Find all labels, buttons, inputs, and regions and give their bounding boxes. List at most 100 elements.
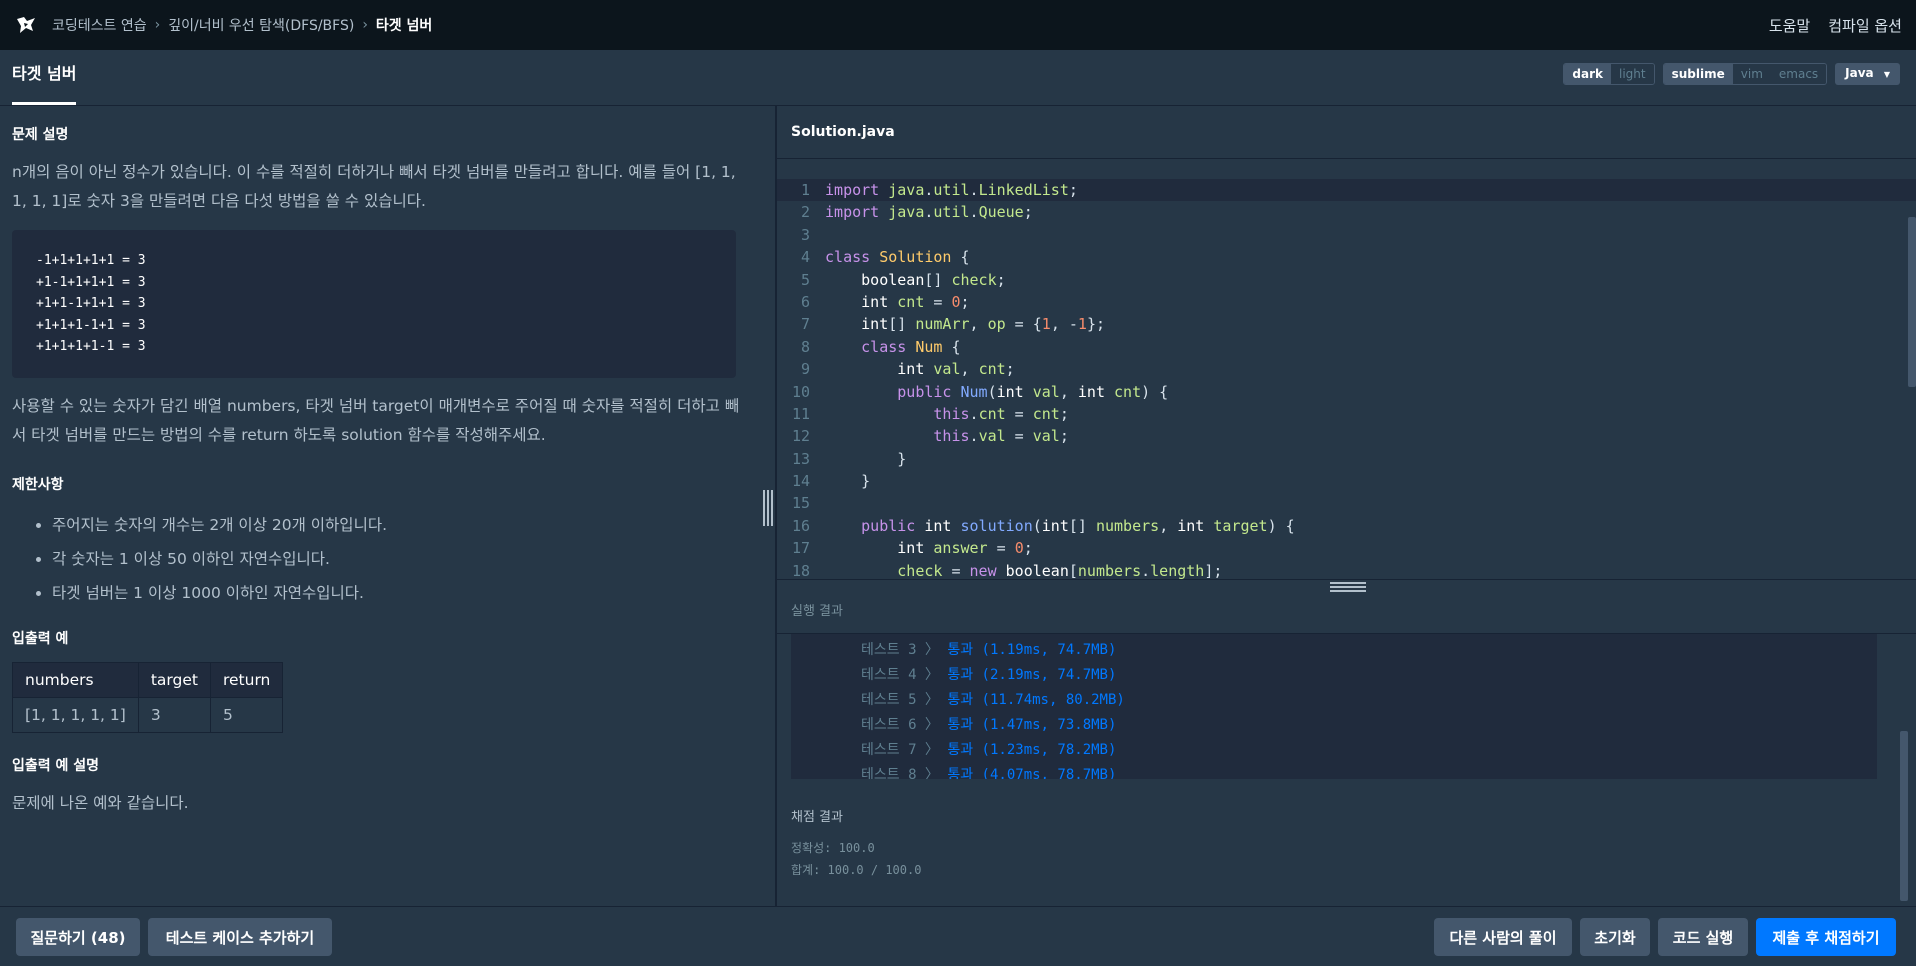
code-line: 3 bbox=[777, 224, 1916, 246]
score-title: 채점 결과 bbox=[791, 810, 843, 825]
example-line: +1+1+1-1+1 = 3 bbox=[36, 317, 146, 333]
breadcrumb-item-coding-test[interactable]: 코딩테스트 연습 bbox=[52, 15, 147, 35]
list-item: 테스트 8 〉 통과 (4.07ms, 78.7MB) bbox=[861, 767, 1117, 779]
io-explanation-text: 문제에 나온 예와 같습니다. bbox=[12, 793, 189, 812]
splitter-grip-icon[interactable] bbox=[1330, 582, 1366, 592]
run-code-button[interactable]: 코드 실행 bbox=[1658, 918, 1748, 956]
reset-button[interactable]: 초기화 bbox=[1580, 918, 1650, 956]
language-selected: Java bbox=[1845, 66, 1874, 80]
table-header: target bbox=[137, 661, 211, 698]
section-title-io-example: 입출력 예 bbox=[12, 630, 69, 647]
code-line: 9 int val, cnt; bbox=[777, 358, 1916, 380]
code-line: 4 class Solution { bbox=[777, 246, 1916, 268]
code-line: 12 this.val = val; bbox=[777, 425, 1916, 447]
keymap-vim-button[interactable]: vim bbox=[1732, 64, 1771, 84]
code-line: 6 int cnt = 0; bbox=[777, 291, 1916, 313]
example-code-block: -1+1+1+1+1 = 3 +1-1+1+1+1 = 3 +1+1-1+1+1… bbox=[12, 230, 736, 378]
score-summary: 채점 결과 정확성: 100.0 합계: 100.0 / 100.0 bbox=[791, 806, 921, 881]
line-number: 13 bbox=[791, 449, 810, 468]
theme-light-button[interactable]: light bbox=[1611, 64, 1654, 84]
score-total: 합계: 100.0 / 100.0 bbox=[791, 863, 922, 877]
result-label: 실행 결과 bbox=[791, 604, 843, 619]
section-title-io-explanation: 입출력 예 설명 bbox=[12, 757, 100, 774]
theme-dark-button[interactable]: dark bbox=[1564, 64, 1611, 84]
other-solutions-button[interactable]: 다른 사람의 풀이 bbox=[1434, 918, 1572, 956]
editor-panel: Solution.java 1 import java.util.LinkedL… bbox=[777, 106, 1916, 906]
line-number: 5 bbox=[800, 270, 810, 289]
breadcrumb-item-dfs-bfs[interactable]: 깊이/너비 우선 탐색(DFS/BFS) bbox=[168, 15, 354, 35]
code-line: 14 } bbox=[777, 470, 1916, 492]
section-title-constraints: 제한사항 bbox=[12, 476, 64, 493]
line-number: 1 bbox=[800, 181, 810, 199]
score-accuracy: 정확성: 100.0 bbox=[791, 841, 875, 855]
list-item: 테스트 7 〉 통과 (1.23ms, 78.2MB) bbox=[861, 742, 1117, 758]
table-row: [1, 1, 1, 1, 1] 3 5 bbox=[12, 696, 284, 733]
file-name: Solution.java bbox=[777, 106, 1916, 159]
example-line: -1+1+1+1+1 = 3 bbox=[36, 253, 146, 268]
line-number: 4 bbox=[800, 248, 810, 267]
programmers-logo-icon[interactable] bbox=[14, 13, 38, 37]
line-number: 15 bbox=[791, 494, 810, 513]
problem-text: n개의 음이 아닌 정수가 있습니다. 이 수를 적절히 더하거나 빼서 타겟 … bbox=[12, 163, 736, 210]
keymap-toggle: sublime vim emacs bbox=[1662, 63, 1828, 85]
section-title-description: 문제 설명 bbox=[12, 127, 69, 143]
code-line: 10 public Num(int val, int cnt) { bbox=[777, 381, 1916, 403]
example-line: +1+1-1+1+1 = 3 bbox=[36, 296, 146, 311]
breadcrumb: 코딩테스트 연습 › 깊이/너비 우선 탐색(DFS/BFS) › 타겟 넘버 bbox=[52, 15, 432, 35]
chevron-right-icon: › bbox=[362, 17, 368, 33]
theme-toggle: dark light bbox=[1563, 63, 1655, 85]
list-item: 타겟 넘버는 1 이상 1000 이하인 자연수입니다. bbox=[52, 576, 763, 610]
table-header: numbers bbox=[12, 661, 139, 698]
keymap-sublime-button[interactable]: sublime bbox=[1663, 64, 1733, 84]
line-number: 6 bbox=[800, 292, 810, 311]
line-number: 2 bbox=[800, 203, 810, 222]
language-select[interactable]: Java ▼ bbox=[1835, 63, 1900, 85]
line-number: 16 bbox=[791, 516, 810, 535]
code-line: 16 public int solution(int[] numbers, in… bbox=[777, 515, 1916, 537]
code-line: 13 } bbox=[777, 448, 1916, 470]
chevron-right-icon: › bbox=[154, 17, 161, 33]
code-line: 1 import java.util.LinkedList; bbox=[777, 179, 1916, 202]
io-example-table: numbers target return [1, 1, 1, 1, 1] 3 … bbox=[12, 661, 284, 733]
test-results-list: 테스트 3 〉 통과 (1.19ms, 74.7MB) 테스트 4 〉 통과 (… bbox=[791, 634, 1877, 779]
question-button[interactable]: 질문하기 (48) bbox=[16, 918, 140, 956]
line-number: 3 bbox=[800, 225, 810, 244]
problem-task-text: 사용할 수 있는 숫자가 담긴 배열 numbers, 타겟 넘버 target… bbox=[12, 396, 740, 444]
editor-scrollbar[interactable] bbox=[1908, 217, 1916, 387]
code-editor[interactable]: 1 import java.util.LinkedList; 2 import … bbox=[777, 159, 1916, 579]
code-line: 7 int[] numArr, op = {1, -1}; bbox=[777, 313, 1916, 335]
list-item: 주어지는 숫자의 개수는 2개 이상 20개 이하입니다. bbox=[52, 508, 763, 542]
line-number: 10 bbox=[791, 382, 810, 401]
problem-description-panel: 문제 설명 n개의 음이 아닌 정수가 있습니다. 이 수를 적절히 더하거나 … bbox=[0, 106, 775, 906]
footer-action-bar: 질문하기 (48) 테스트 케이스 추가하기 다른 사람의 풀이 초기화 코드 … bbox=[0, 906, 1916, 966]
help-link[interactable]: 도움말 bbox=[1769, 15, 1810, 36]
compile-options-link[interactable]: 컴파일 옵션 bbox=[1828, 15, 1902, 36]
table-cell: [1, 1, 1, 1, 1] bbox=[12, 696, 139, 733]
code-line: 8 class Num { bbox=[777, 336, 1916, 358]
code-line: 5 boolean[] check; bbox=[777, 269, 1916, 291]
results-scrollbar[interactable] bbox=[1900, 731, 1908, 901]
code-line: 2 import java.util.Queue; bbox=[777, 201, 1916, 223]
panel-resize-handle[interactable] bbox=[763, 490, 773, 526]
table-cell: 5 bbox=[209, 696, 284, 733]
line-number: 18 bbox=[791, 561, 810, 579]
result-splitter: 실행 결과 bbox=[777, 579, 1916, 634]
code-line: 18 check = new boolean[numbers.length]; bbox=[777, 560, 1916, 579]
code-line: 11 this.cnt = cnt; bbox=[777, 403, 1916, 425]
line-number: 7 bbox=[800, 315, 810, 334]
constraints-list: 주어지는 숫자의 개수는 2개 이상 20개 이하입니다. 각 숫자는 1 이상… bbox=[52, 508, 763, 610]
code-line: 15 bbox=[777, 492, 1916, 514]
example-line: +1+1+1+1-1 = 3 bbox=[36, 339, 146, 354]
table-header-row: numbers target return bbox=[12, 661, 284, 698]
list-item: 테스트 4 〉 통과 (2.19ms, 74.7MB) bbox=[861, 667, 1117, 683]
line-number: 12 bbox=[791, 427, 810, 446]
example-line: +1-1+1+1+1 = 3 bbox=[36, 274, 146, 290]
line-number: 8 bbox=[800, 337, 810, 356]
keymap-emacs-button[interactable]: emacs bbox=[1770, 64, 1827, 84]
table-cell: 3 bbox=[137, 696, 211, 733]
editor-controls: dark light sublime vim emacs Java ▼ bbox=[1563, 63, 1900, 85]
top-bar: 코딩테스트 연습 › 깊이/너비 우선 탐색(DFS/BFS) › 타겟 넘버 … bbox=[0, 0, 1916, 50]
add-test-case-button[interactable]: 테스트 케이스 추가하기 bbox=[148, 918, 332, 956]
tab-problem-title[interactable]: 타겟 넘버 bbox=[12, 60, 77, 105]
submit-button[interactable]: 제출 후 채점하기 bbox=[1756, 918, 1896, 956]
